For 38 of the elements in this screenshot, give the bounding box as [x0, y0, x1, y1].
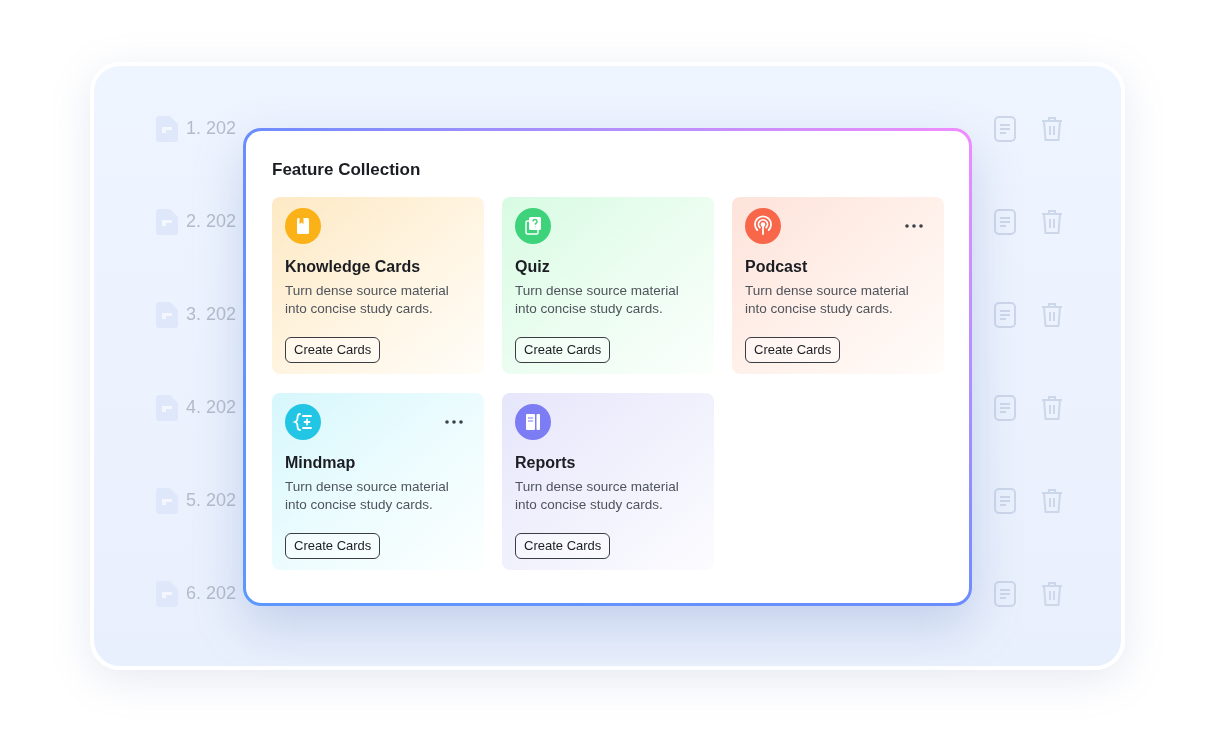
- document-icon: [994, 394, 1016, 421]
- more-icon[interactable]: [445, 420, 463, 424]
- create-cards-button[interactable]: Create Cards: [285, 337, 381, 363]
- card-description: Turn dense source material into concise study cards.: [745, 282, 910, 318]
- create-cards-button[interactable]: Create Cards: [515, 533, 611, 559]
- document-icon: [994, 487, 1016, 514]
- trash-icon: [1041, 487, 1063, 514]
- create-cards-button[interactable]: Create Cards: [285, 533, 381, 559]
- card-title: Podcast: [745, 257, 809, 277]
- card-title: Knowledge Cards: [285, 257, 422, 277]
- document-icon: [994, 301, 1016, 328]
- card-description: Turn dense source material into concise study cards.: [515, 282, 680, 318]
- document-icon: [994, 115, 1016, 142]
- create-cards-button[interactable]: Create Cards: [515, 337, 611, 363]
- feature-card[interactable]: Reports Turn dense source material into concise study cards. Create Cards: [502, 393, 714, 570]
- document-icon: [994, 208, 1016, 235]
- feature-card[interactable]: Quiz Turn dense source material into concise study cards. Create Cards: [502, 197, 714, 374]
- file-name: 2. 202: [186, 210, 237, 233]
- card-title: Quiz: [515, 257, 551, 277]
- document-icon: [994, 580, 1016, 607]
- card-description: Turn dense source material into concise study cards.: [285, 282, 450, 318]
- create-cards-button[interactable]: Create Cards: [745, 337, 841, 363]
- card-description: Turn dense source material into concise study cards.: [285, 478, 450, 514]
- trash-icon: [1041, 394, 1063, 421]
- trash-icon: [1041, 208, 1063, 235]
- trash-icon: [1041, 301, 1063, 328]
- dialog-title: Feature Collection: [272, 159, 422, 181]
- card-description: Turn dense source material into concise study cards.: [515, 478, 680, 514]
- trash-icon: [1041, 115, 1063, 142]
- card-title: Reports: [515, 453, 577, 473]
- feature-card[interactable]: Podcast Turn dense source material into concise study cards. Create Cards: [732, 197, 944, 374]
- feature-card[interactable]: Knowledge Cards Turn dense source material into concise study cards. Create Cards: [272, 197, 484, 374]
- card-title: Mindmap: [285, 453, 357, 473]
- more-icon[interactable]: [905, 224, 923, 228]
- file-name: 3. 202: [186, 303, 237, 326]
- file-name: 1. 202: [186, 117, 237, 140]
- trash-icon: [1041, 580, 1063, 607]
- feature-card[interactable]: Mindmap Turn dense source material into concise study cards. Create Cards: [272, 393, 484, 570]
